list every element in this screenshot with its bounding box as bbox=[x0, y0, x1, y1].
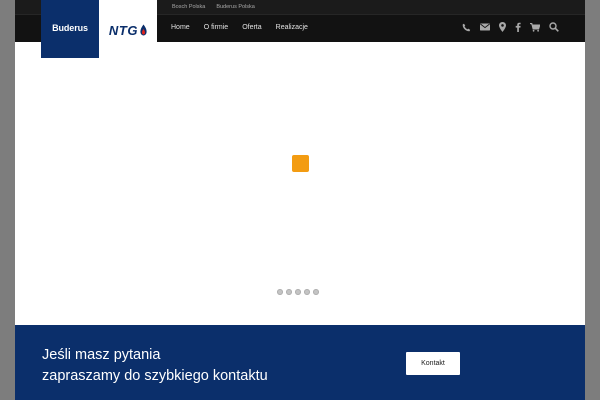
facebook-icon[interactable] bbox=[515, 22, 521, 32]
nav-item-oferta[interactable]: Oferta bbox=[242, 22, 261, 34]
cta-line-1: Jeśli masz pytania bbox=[42, 347, 161, 363]
nav-item-home[interactable]: Home bbox=[171, 22, 190, 34]
page-frame: Bosch Polska Buderus Polska Home O firmi… bbox=[15, 0, 585, 400]
slider-loader bbox=[292, 155, 309, 172]
nav-item-realizacje[interactable]: Realizacje bbox=[276, 22, 308, 34]
ntg-logo: NTG bbox=[99, 0, 157, 58]
search-icon[interactable] bbox=[549, 22, 559, 32]
nav-item-o-firmie[interactable]: O firmie bbox=[204, 22, 229, 34]
cta-line-2: zapraszamy do szybkiego kontaktu bbox=[42, 368, 268, 384]
slider-dot[interactable] bbox=[295, 289, 301, 295]
flame-icon bbox=[140, 24, 147, 36]
cart-icon[interactable] bbox=[530, 22, 540, 32]
hero-slider bbox=[15, 42, 585, 325]
slider-dot[interactable] bbox=[313, 289, 319, 295]
top-link-bosch[interactable]: Bosch Polska bbox=[172, 2, 205, 12]
site-logo[interactable]: Buderus NTG bbox=[41, 0, 157, 58]
slider-dot[interactable] bbox=[277, 289, 283, 295]
contact-cta: Jeśli masz pytania zapraszamy do szybkie… bbox=[15, 325, 585, 400]
slider-dot[interactable] bbox=[286, 289, 292, 295]
nav-icons bbox=[462, 22, 559, 32]
map-marker-icon[interactable] bbox=[499, 22, 506, 32]
envelope-icon[interactable] bbox=[480, 23, 490, 31]
cta-text: Jeśli masz pytania zapraszamy do szybkie… bbox=[42, 345, 268, 387]
ntg-logo-text: NTG bbox=[108, 22, 139, 38]
top-link-buderus[interactable]: Buderus Polska bbox=[216, 2, 255, 12]
main-nav: Home O firmie Oferta Realizacje bbox=[171, 22, 308, 34]
buderus-logo: Buderus bbox=[41, 0, 99, 58]
top-links: Bosch Polska Buderus Polska bbox=[172, 2, 255, 12]
phone-icon[interactable] bbox=[462, 23, 471, 32]
buderus-logo-text: Buderus bbox=[52, 23, 88, 33]
slider-dot[interactable] bbox=[304, 289, 310, 295]
slider-dots bbox=[277, 289, 319, 295]
contact-button[interactable]: Kontakt bbox=[406, 352, 460, 375]
